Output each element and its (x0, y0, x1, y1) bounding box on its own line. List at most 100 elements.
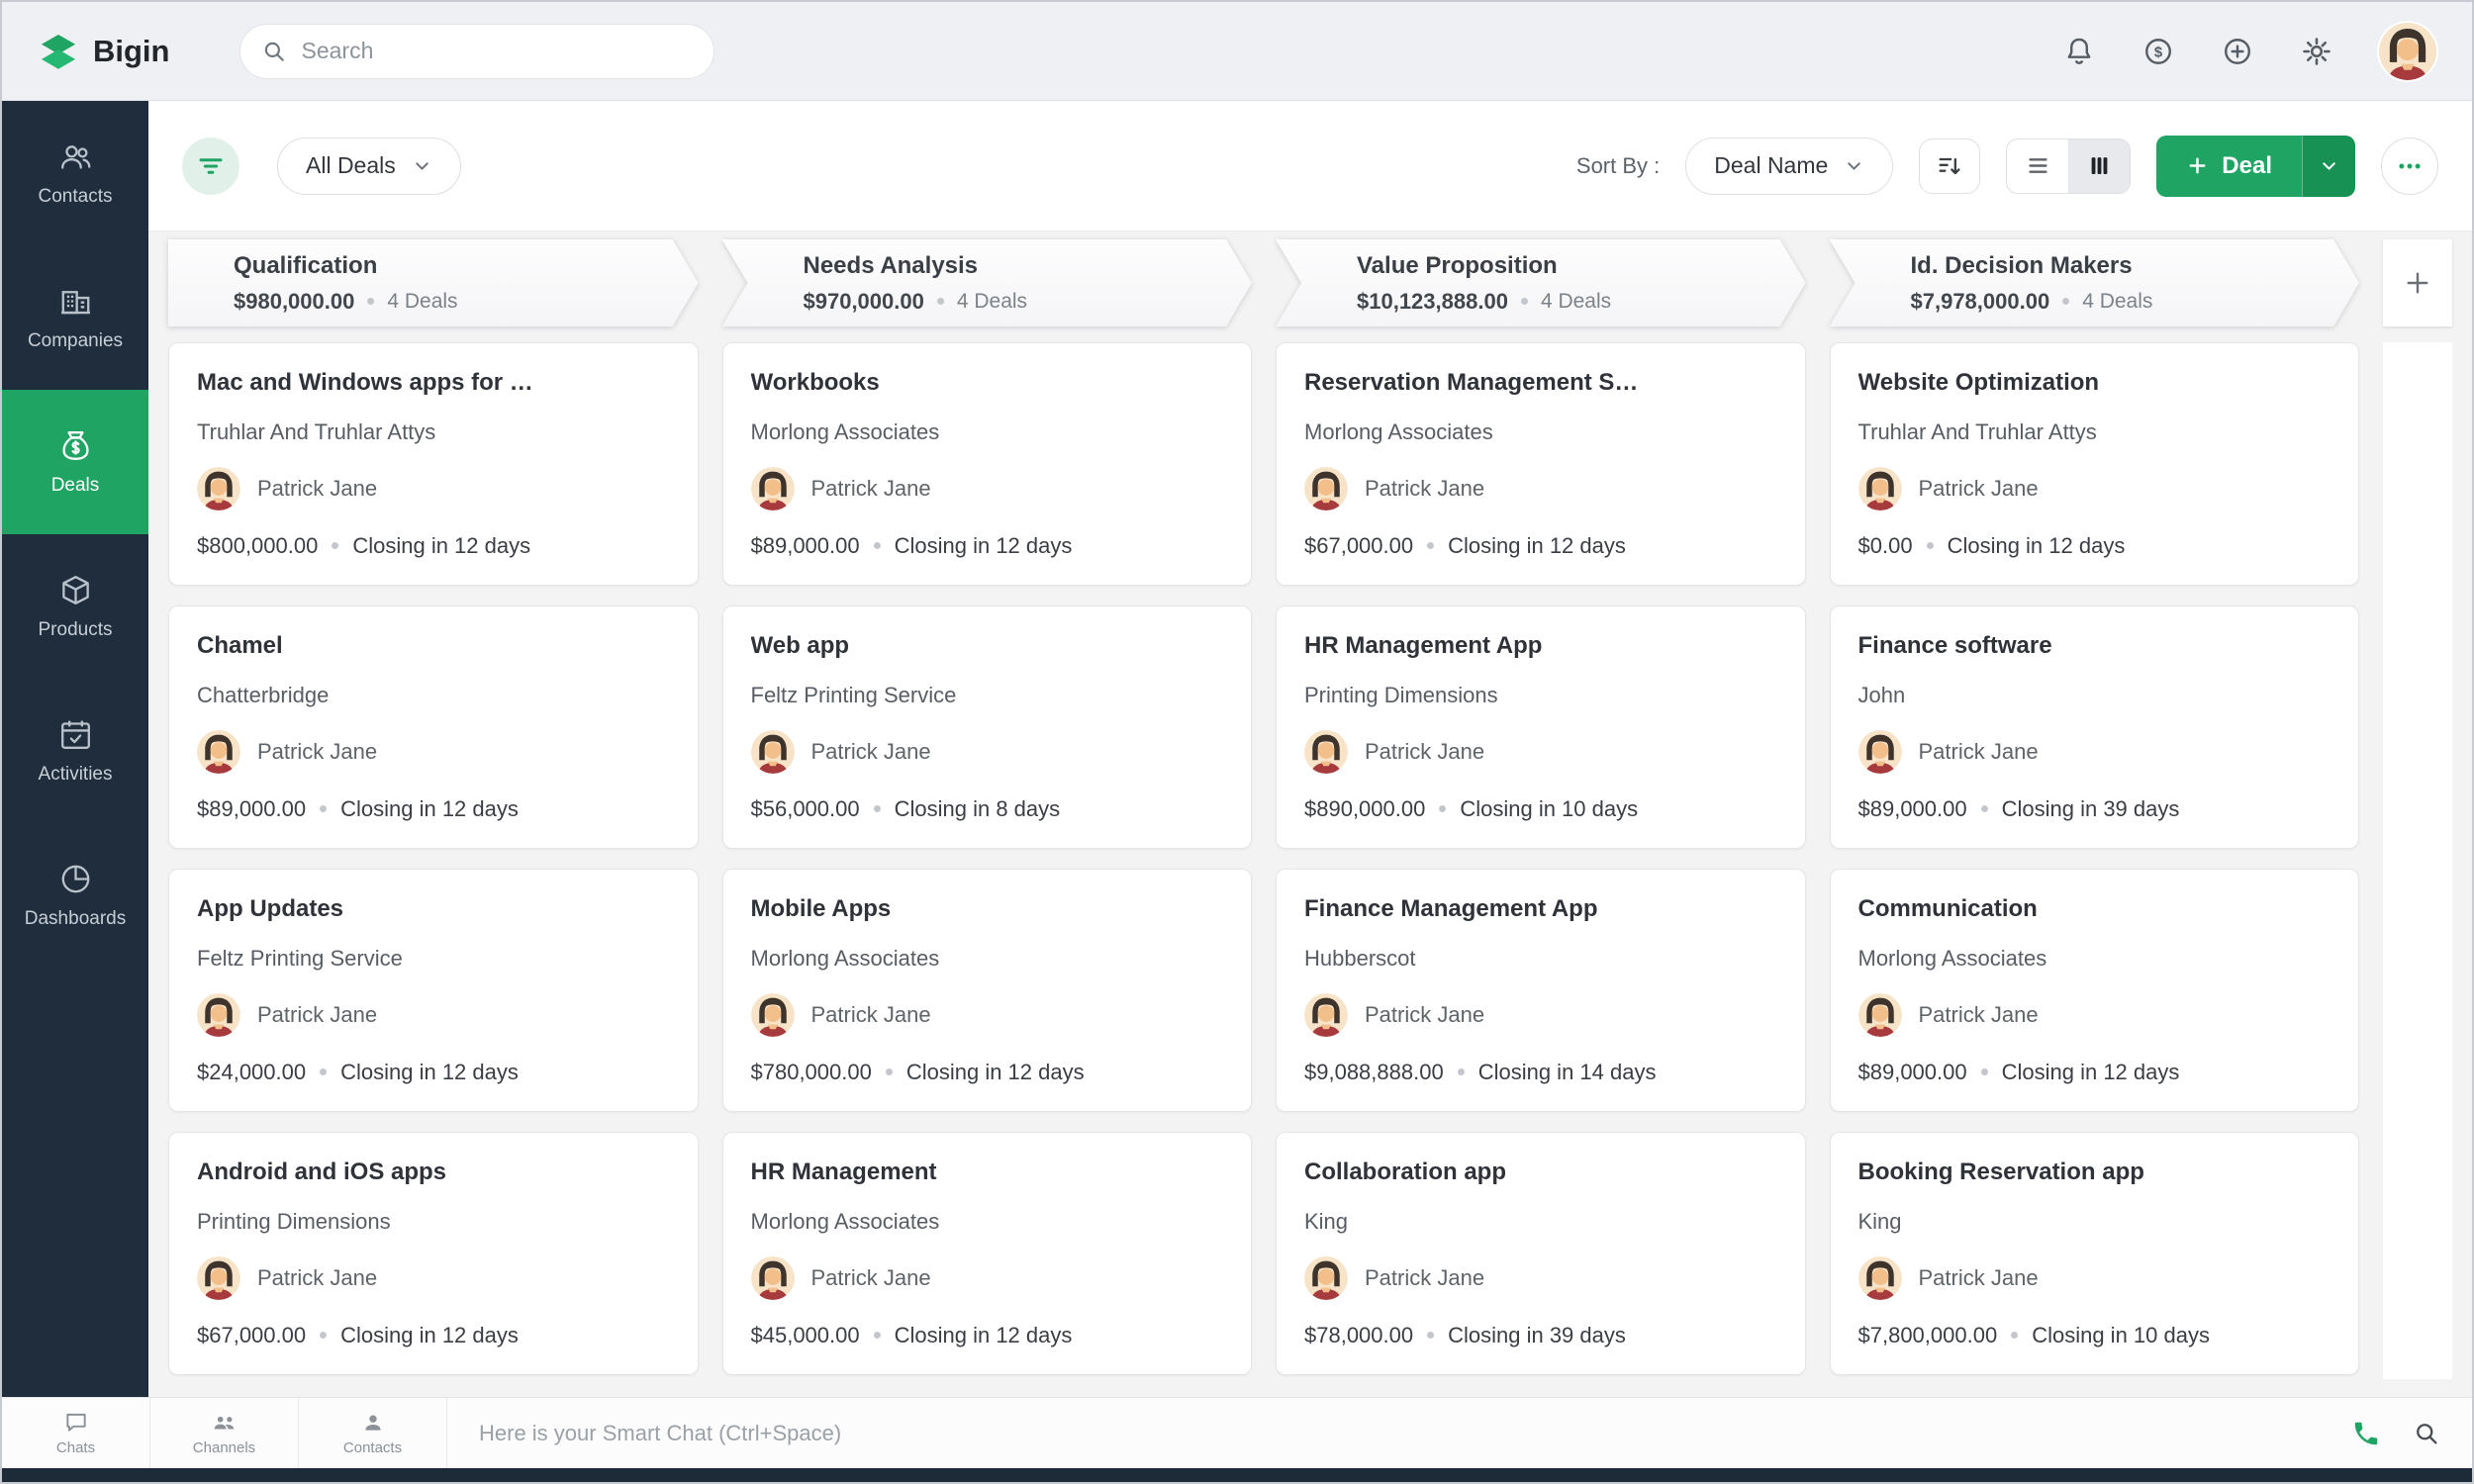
companies-icon (57, 283, 94, 320)
deal-card[interactable]: Website Optimization Truhlar And Truhlar… (1829, 342, 2359, 586)
sidebar-item-contacts[interactable]: Contacts (2, 101, 148, 245)
stage-header-value-proposition[interactable]: Value Proposition $10,123,888.00 4 Deals (1276, 239, 1806, 326)
stage-meta: $7,978,000.00 4 Deals (1911, 289, 2360, 315)
funnel-icon (199, 157, 223, 174)
add-deal-dropdown-button[interactable] (2302, 135, 2355, 197)
sidebar-item-activities[interactable]: Activities (2, 679, 148, 823)
deal-card[interactable]: Finance software John Patrick Jane $89,0… (1829, 605, 2359, 849)
dot-separator (873, 1332, 881, 1340)
currency-icon[interactable]: $ (2141, 35, 2175, 68)
dot-separator (1521, 298, 1528, 305)
sort-order-button[interactable] (1919, 138, 1981, 194)
bigin-app-window: Bigin $ Contacts Companies (0, 0, 2474, 1484)
sidebar-item-dashboards[interactable]: Dashboards (2, 823, 148, 968)
stage-header-qualification[interactable]: Qualification $980,000.00 4 Deals (168, 239, 699, 326)
deal-name: Reservation Management S… (1304, 369, 1639, 396)
owner-avatar (751, 730, 795, 774)
user-avatar[interactable] (2379, 23, 2436, 80)
deal-card[interactable]: HR Management App Printing Dimensions Pa… (1276, 605, 1806, 849)
sidebar-label: Deals (50, 475, 100, 496)
smart-chat-input[interactable] (447, 1398, 2351, 1468)
deal-footer: $67,000.00 Closing in 12 days (197, 1323, 670, 1348)
contacts-icon (57, 139, 94, 175)
chat-search-icon[interactable] (2413, 1420, 2440, 1447)
deal-name: HR Management (750, 1159, 937, 1185)
sidebar-item-companies[interactable]: Companies (2, 245, 148, 390)
stage-deal-count: 4 Deals (956, 289, 1028, 313)
bottombar-tab-chats[interactable]: Chats (2, 1398, 150, 1468)
notifications-bell-icon[interactable] (2062, 35, 2096, 68)
sidebar-item-deals[interactable]: Deals (2, 390, 148, 534)
deal-card[interactable]: Mobile Apps Morlong Associates Patrick J… (721, 869, 1252, 1112)
deal-card[interactable]: Communication Morlong Associates Patrick… (1829, 869, 2359, 1112)
deal-view-selector[interactable]: All Deals (277, 137, 461, 195)
stage-header-id-decision-makers[interactable]: Id. Decision Makers $7,978,000.00 4 Deal… (1830, 239, 2360, 326)
add-stage-button[interactable] (2383, 239, 2452, 326)
list-view-button[interactable] (2007, 139, 2069, 193)
chats-icon (65, 1413, 86, 1432)
deal-closing-date: Closing in 8 days (894, 795, 1061, 821)
deal-card[interactable]: Web app Feltz Printing Service Patrick J… (721, 605, 1252, 849)
deal-card[interactable]: Android and iOS apps Printing Dimensions… (168, 1132, 699, 1375)
add-plus-circle-icon[interactable] (2221, 35, 2254, 68)
deal-card[interactable]: Mac and Windows apps for … Truhlar And T… (168, 342, 699, 586)
deal-card[interactable]: Workbooks Morlong Associates Patrick Jan… (721, 342, 1252, 586)
deal-company: John (1857, 682, 1906, 707)
deal-card[interactable]: Finance Management App Hubberscot Patric… (1276, 869, 1806, 1112)
owner-name: Patrick Jane (257, 1002, 378, 1028)
kanban-column-qualification: Mac and Windows apps for … Truhlar And T… (168, 342, 699, 1379)
dot-separator (1427, 542, 1435, 550)
deal-closing-date: Closing in 12 days (340, 1059, 519, 1084)
stage-wrap: Needs Analysis $970,000.00 4 Deals (722, 239, 1253, 326)
filter-button[interactable] (182, 137, 239, 195)
deal-card[interactable]: Booking Reservation app King Patrick Jan… (1829, 1132, 2359, 1375)
stage-amount: $980,000.00 (234, 288, 355, 314)
deal-closing-date: Closing in 12 days (905, 1059, 1085, 1084)
deal-closing-date: Closing in 12 days (1947, 532, 2126, 558)
add-deal-button[interactable]: Deal (2156, 135, 2302, 197)
deal-footer: $89,000.00 Closing in 12 days (197, 796, 670, 822)
dot-separator (1926, 542, 1934, 550)
kanban-view-icon (2091, 157, 2108, 174)
deal-amount: $45,000.00 (750, 1322, 860, 1347)
dot-separator (1980, 1068, 1988, 1076)
bottombar-tab-label: Chats (55, 1439, 96, 1456)
search-input[interactable] (238, 23, 714, 79)
deal-closing-date: Closing in 12 days (340, 1322, 519, 1347)
settings-gear-icon[interactable] (2300, 35, 2333, 68)
deal-name: HR Management App (1304, 632, 1543, 659)
bottombar-tab-channels[interactable]: Channels (150, 1398, 299, 1468)
app-title: Bigin (93, 33, 170, 68)
stage-amount: $970,000.00 (803, 288, 924, 314)
dot-separator (367, 298, 374, 305)
plus-icon (2189, 157, 2206, 174)
sort-field-selector[interactable]: Deal Name (1685, 137, 1894, 195)
deal-amount: $800,000.00 (197, 532, 319, 558)
deal-name: Communication (1857, 895, 2038, 922)
deal-amount: $89,000.00 (750, 532, 860, 558)
deals-icon (57, 427, 94, 464)
deal-footer: $7,800,000.00 Closing in 10 days (1858, 1323, 2331, 1348)
brand[interactable]: Bigin (38, 31, 170, 72)
sidebar-item-products[interactable]: Products (2, 534, 148, 679)
deal-card[interactable]: Collaboration app King Patrick Jane $78,… (1276, 1132, 1806, 1375)
phone-icon[interactable] (2351, 1419, 2381, 1448)
deal-closing-date: Closing in 10 days (1460, 795, 1639, 821)
dot-separator (2011, 1332, 2019, 1340)
deal-card[interactable]: Reservation Management S… Morlong Associ… (1276, 342, 1806, 586)
stage-deal-count: 4 Deals (387, 289, 458, 313)
owner-avatar (751, 1256, 795, 1300)
deal-closing-date: Closing in 10 days (2032, 1322, 2210, 1347)
kanban-view-button[interactable] (2068, 139, 2131, 193)
dot-separator (1980, 805, 1988, 813)
bottombar-tab-contacts[interactable]: Contacts (299, 1398, 447, 1468)
bottombar: Chats Channels Contacts (2, 1397, 2472, 1468)
chevron-down-icon (416, 162, 428, 170)
stage-header-needs-analysis[interactable]: Needs Analysis $970,000.00 4 Deals (722, 239, 1253, 326)
deal-card[interactable]: App Updates Feltz Printing Service Patri… (168, 869, 699, 1112)
more-options-button[interactable] (2381, 137, 2438, 195)
deal-amount: $780,000.00 (750, 1059, 872, 1084)
deal-amount: $24,000.00 (197, 1059, 307, 1084)
deal-card[interactable]: HR Management Morlong Associates Patrick… (721, 1132, 1252, 1375)
deal-card[interactable]: Chamel Chatterbridge Patrick Jane $89,00… (168, 605, 699, 849)
